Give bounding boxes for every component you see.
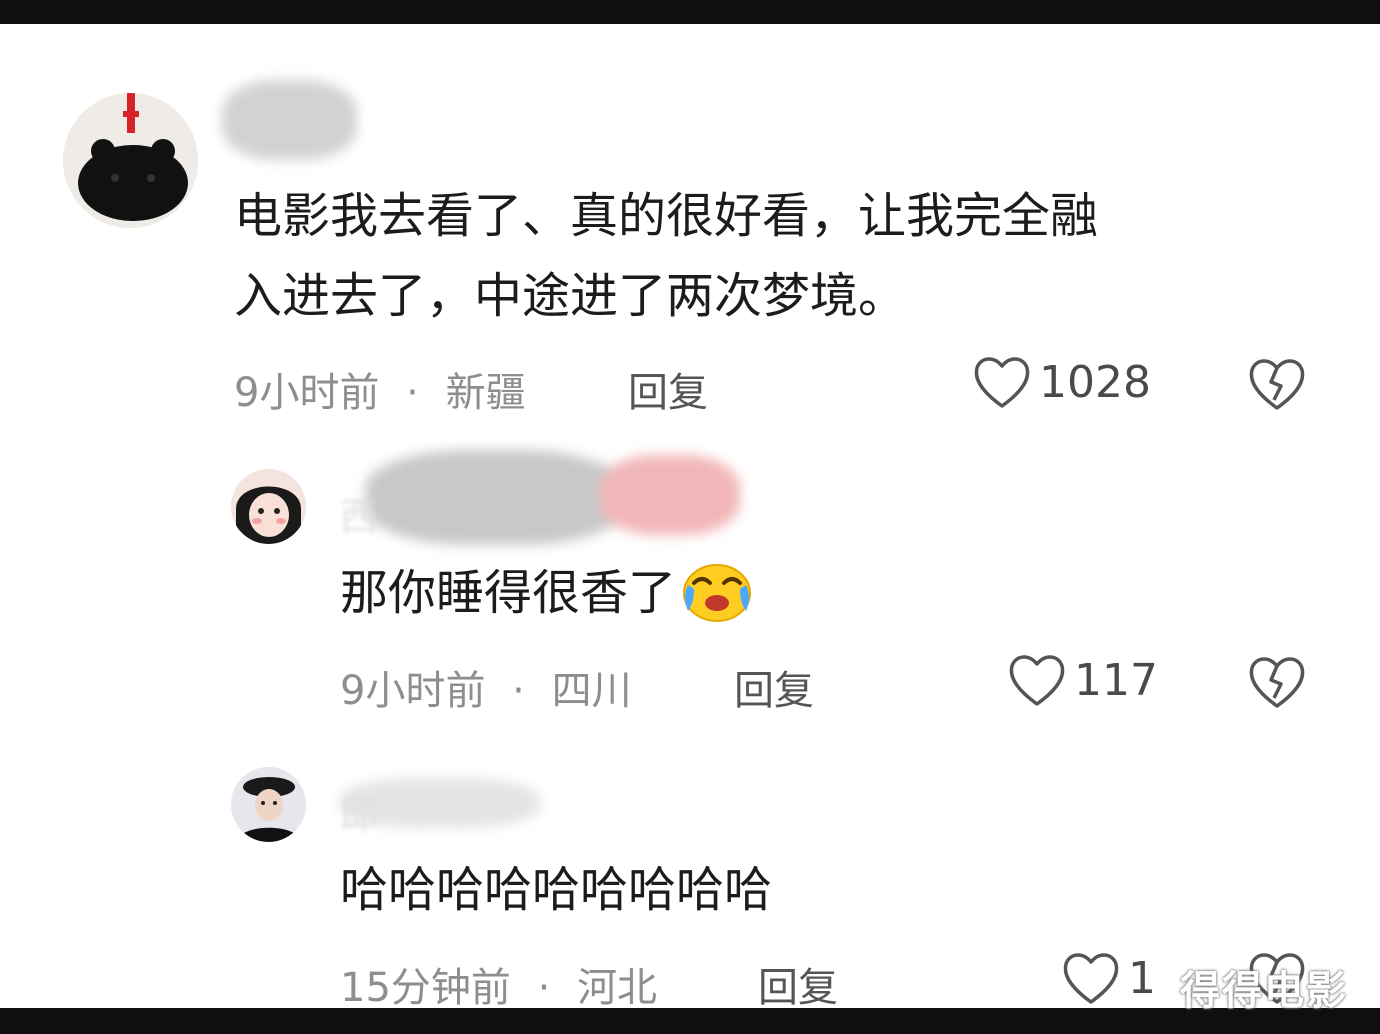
timestamp: 9小时前	[234, 370, 380, 416]
username-blur	[365, 450, 625, 545]
reply-button[interactable]: 回复	[758, 955, 838, 1013]
crying-laughing-emoji-icon	[680, 557, 754, 647]
broken-heart-icon	[1249, 359, 1305, 410]
reply-button[interactable]: 回复	[628, 360, 708, 418]
timestamp: 9小时前	[340, 668, 486, 714]
like-button[interactable]: 1028	[973, 354, 1151, 410]
like-button[interactable]: 1	[1062, 950, 1156, 1006]
comment-text: 那你睡得很香了	[340, 553, 754, 647]
heart-icon	[1009, 655, 1065, 706]
person-avatar-icon	[231, 767, 306, 842]
heart-icon	[1063, 953, 1119, 1004]
reply-button[interactable]: 回复	[734, 658, 814, 716]
comment-text-line-1: 电影我去看了、真的很好看，让我完全融	[234, 188, 1099, 244]
heart-icon	[974, 357, 1030, 408]
username[interactable]: 邱	[340, 784, 380, 839]
watermark: 得得电影	[1180, 968, 1348, 1014]
comment-text: 哈哈哈哈哈哈哈哈哈	[340, 862, 773, 918]
dislike-button[interactable]	[1248, 654, 1306, 714]
avatar[interactable]	[231, 469, 306, 544]
avatar[interactable]	[231, 767, 306, 842]
avatar[interactable]	[63, 93, 198, 228]
like-count: 117	[1074, 654, 1158, 706]
girl-avatar-icon	[231, 469, 306, 544]
separator: ·	[512, 668, 525, 714]
cat-avatar-icon	[63, 93, 198, 228]
comment-meta: 9小时前 · 四川	[340, 658, 632, 716]
comment-meta: 9小时前 · 新疆	[234, 360, 526, 418]
separator: ·	[537, 965, 551, 1011]
comment-text-content: 那你睡得很香了	[340, 565, 677, 621]
location: 河北	[577, 965, 658, 1011]
location: 新疆	[445, 370, 526, 416]
location: 四川	[551, 668, 632, 714]
username[interactable]: 西	[340, 486, 380, 541]
separator: ·	[406, 370, 419, 416]
comment-meta: 15分钟前 · 河北	[340, 955, 657, 1013]
like-count: 1	[1128, 952, 1156, 1004]
like-button[interactable]: 117	[1008, 652, 1158, 708]
bottom-bar	[0, 1008, 1380, 1034]
dislike-button[interactable]	[1248, 356, 1306, 416]
comment-text-line-2: 入进去了，中途进了两次梦境。	[234, 268, 907, 324]
like-count: 1028	[1039, 356, 1151, 408]
timestamp: 15分钟前	[340, 965, 511, 1011]
username-blur	[222, 80, 357, 160]
broken-heart-icon	[1249, 657, 1305, 708]
top-bar	[0, 0, 1380, 24]
username-blur	[600, 455, 740, 535]
